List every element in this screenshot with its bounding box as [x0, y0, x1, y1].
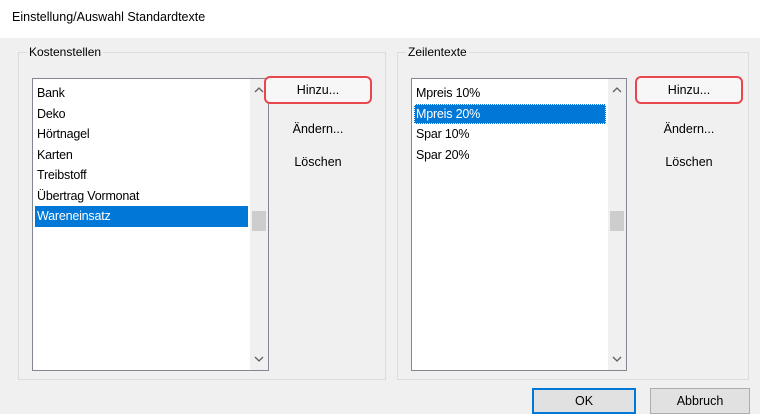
- chevron-down-icon[interactable]: [608, 350, 626, 368]
- zeilentexte-add-button[interactable]: Hinzu...: [635, 76, 743, 104]
- zeilentexte-group-label: Zeilentexte: [406, 45, 469, 59]
- list-item-selected[interactable]: Wareneinsatz: [35, 206, 248, 227]
- kostenstellen-edit-button[interactable]: Ändern...: [264, 115, 372, 143]
- list-item-selected[interactable]: Mpreis 20%: [414, 103, 606, 124]
- kostenstellen-list: Bank Deko Hörtnagel Karten Treibstoff Üb…: [35, 83, 248, 227]
- scrollbar-thumb[interactable]: [252, 211, 266, 231]
- list-item[interactable]: Treibstoff: [35, 165, 248, 186]
- list-item[interactable]: Bank: [35, 83, 248, 104]
- kostenstellen-group-label: Kostenstellen: [27, 45, 104, 59]
- list-item[interactable]: Karten: [35, 145, 248, 166]
- zeilentexte-edit-button[interactable]: Ändern...: [635, 115, 743, 143]
- list-item[interactable]: Hörtnagel: [35, 124, 248, 145]
- zeilentexte-group: Zeilentexte Mpreis 10% Mpreis 20% Spar 1…: [397, 45, 749, 380]
- zeilentexte-list: Mpreis 10% Mpreis 20% Spar 10% Spar 20%: [414, 83, 606, 165]
- kostenstellen-add-button[interactable]: Hinzu...: [264, 76, 372, 104]
- list-item[interactable]: Spar 20%: [414, 145, 606, 166]
- zeilentexte-scrollbar[interactable]: [608, 79, 626, 370]
- list-item[interactable]: Übertrag Vormonat: [35, 186, 248, 207]
- kostenstellen-group: Kostenstellen Bank Deko Hörtnagel Karten…: [18, 45, 386, 380]
- kostenstellen-listbox[interactable]: Bank Deko Hörtnagel Karten Treibstoff Üb…: [32, 78, 269, 371]
- chevron-up-icon[interactable]: [608, 81, 626, 99]
- ok-button[interactable]: OK: [532, 388, 636, 414]
- list-item[interactable]: Spar 10%: [414, 124, 606, 145]
- kostenstellen-delete-button[interactable]: Löschen: [264, 148, 372, 176]
- chevron-down-icon[interactable]: [250, 350, 268, 368]
- dialog-client-area: Kostenstellen Bank Deko Hörtnagel Karten…: [0, 38, 760, 414]
- list-item[interactable]: Mpreis 10%: [414, 83, 606, 104]
- dialog-title: Einstellung/Auswahl Standardtexte: [12, 10, 206, 24]
- scrollbar-thumb[interactable]: [610, 211, 624, 231]
- zeilentexte-listbox[interactable]: Mpreis 10% Mpreis 20% Spar 10% Spar 20%: [411, 78, 627, 371]
- cancel-button[interactable]: Abbruch: [650, 388, 750, 414]
- list-item[interactable]: Deko: [35, 104, 248, 125]
- zeilentexte-delete-button[interactable]: Löschen: [635, 148, 743, 176]
